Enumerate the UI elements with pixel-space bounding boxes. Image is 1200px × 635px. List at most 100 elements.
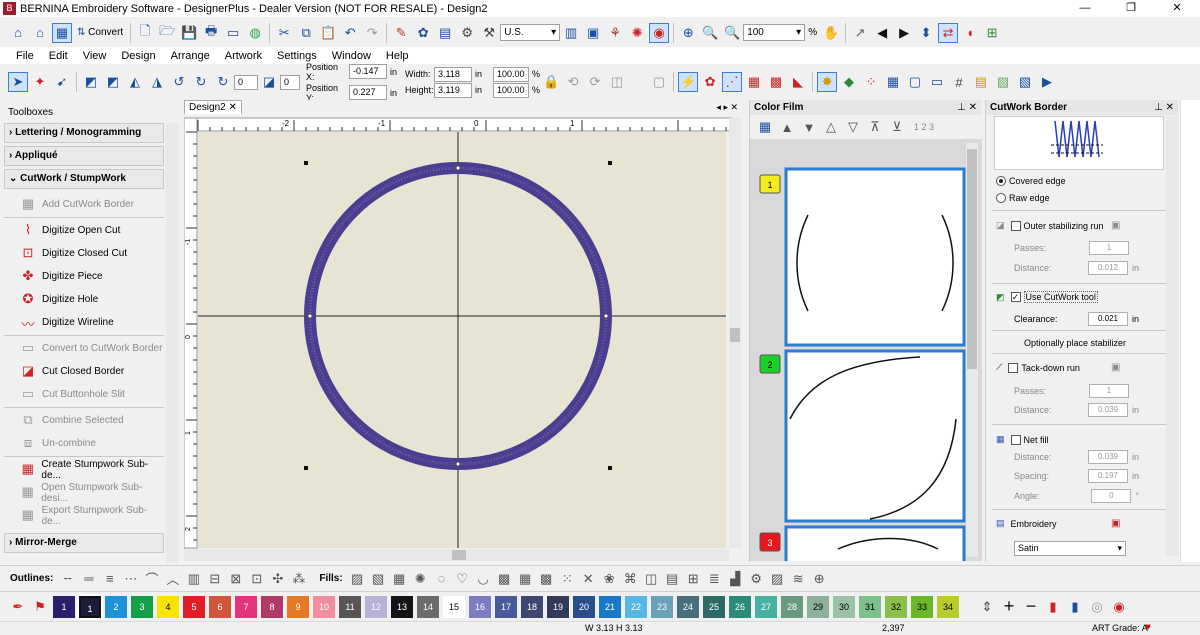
color-fill-icon[interactable]: ⚑ (30, 597, 50, 617)
tool-open-cut[interactable]: ⌇ Digitize Open Cut (4, 219, 164, 242)
fill-style-icon[interactable]: ⁙ (558, 569, 577, 589)
scale-height-input[interactable]: 100.00 (493, 82, 530, 98)
fill-style-icon[interactable]: ⊞ (684, 569, 703, 589)
rotate-15-icon[interactable]: ⟲ (563, 72, 583, 92)
outline-style-icon[interactable]: ═ (79, 569, 98, 589)
fill-style-icon[interactable]: ▦ (390, 569, 409, 589)
tab-arrows-icon[interactable]: ◂ ▸ ✕ (716, 102, 738, 113)
add-color-icon[interactable]: + (999, 596, 1019, 617)
color-swatch[interactable]: 10 (313, 595, 335, 618)
fill-style-icon[interactable]: ▩ (537, 569, 556, 589)
artwork-canvas-icon[interactable]: ⇅ Convert (74, 23, 126, 43)
tool-buttonhole[interactable]: ▭ Cut Buttonhole Slit (4, 383, 164, 406)
tool-piece[interactable]: ✤ Digitize Piece (4, 265, 164, 288)
color-swatch[interactable]: 7 (235, 595, 257, 618)
color-swatch[interactable]: 1 (77, 593, 103, 620)
export-icon[interactable]: ▭ (223, 23, 243, 43)
gear-icon[interactable]: ⚙ (457, 23, 477, 43)
transform-icon[interactable]: ◩ (103, 72, 123, 92)
outline-style-icon[interactable]: ▥ (184, 569, 203, 589)
menu-artwork[interactable]: Artwork (225, 50, 262, 62)
maximize-icon[interactable]: ❐ (1108, 0, 1154, 17)
reshape-icon[interactable]: ◩ (81, 72, 101, 92)
fill-style-icon[interactable]: ▦ (516, 569, 535, 589)
menu-arrange[interactable]: Arrange (171, 50, 210, 62)
color-swatch[interactable]: 33 (911, 595, 933, 618)
units-select[interactable]: U.S. ▾ (500, 24, 561, 41)
fill-style-icon[interactable]: ▟ (726, 569, 745, 589)
rotate-free-icon[interactable]: ↻ (213, 72, 233, 92)
bottom-icon[interactable]: ⊻ (887, 117, 907, 137)
cutwork-scrollbar[interactable] (1166, 116, 1178, 556)
fill-grid-icon[interactable]: ▩ (766, 72, 786, 92)
outline-style-icon[interactable]: ≡ (100, 569, 119, 589)
tool-stumpwork-open[interactable]: ▦ Open Stumpwork Sub-desi... (4, 481, 164, 504)
tool-add-border[interactable]: ▦ Add CutWork Border (4, 193, 164, 216)
tab-design2[interactable]: Design2 ✕ (184, 100, 242, 114)
color-swatch[interactable]: 6 (209, 595, 231, 618)
tool-stumpwork-create[interactable]: ▦ Create Stumpwork Sub-de... (4, 458, 164, 481)
color-swatch[interactable]: 30 (833, 595, 855, 618)
color-film-icon[interactable]: ▥ (561, 23, 581, 43)
play-icon[interactable]: ▶ (1037, 72, 1057, 92)
travel-back-icon[interactable]: ◀ (872, 23, 892, 43)
thread-color-icon[interactable]: ▮ (1065, 597, 1085, 617)
canvas-svg[interactable]: -2 -1 0 1 -1 0 1 2 (184, 114, 744, 562)
close-tab-icon[interactable]: ✕ (228, 102, 236, 113)
height-input[interactable]: 3.119 (434, 82, 473, 98)
outline-style-icon[interactable]: ⁂ (289, 569, 308, 589)
menu-edit[interactable]: Edit (49, 50, 68, 62)
thread-icon[interactable]: ◖ (960, 23, 980, 43)
outline-style-icon[interactable]: ✣ (268, 569, 287, 589)
rotate-right-icon[interactable]: ↻ (191, 72, 211, 92)
pick-color-icon[interactable]: ✎ (391, 23, 411, 43)
tack-distance-input[interactable]: 0.039 (1087, 403, 1128, 417)
raw-edge-radio[interactable] (996, 193, 1006, 203)
color-swatch[interactable]: 1 (53, 595, 75, 618)
embroidery-canvas-icon[interactable]: ▦ (52, 22, 72, 43)
stitch-type-icon[interactable]: ⚡ (678, 72, 699, 92)
flower-icon[interactable]: ✿ (700, 72, 720, 92)
tool-hole[interactable]: ✪ Digitize Hole (4, 288, 164, 311)
menu-view[interactable]: View (83, 50, 107, 62)
top-icon[interactable]: ⊼ (865, 117, 885, 137)
tool-uncombine[interactable]: ⧈ Un-combine (4, 432, 164, 455)
point-select-icon[interactable]: ➹ (52, 72, 72, 92)
outline-style-icon[interactable]: ⊠ (226, 569, 245, 589)
tool-cut-border[interactable]: ◪ Cut Closed Border (4, 360, 164, 383)
outer-passes-input[interactable]: 1 (1089, 241, 1129, 255)
grid-icon[interactable]: ▦ (883, 72, 903, 92)
color-swatch[interactable]: 2 (105, 595, 127, 618)
zoom-fit-icon[interactable]: ⊕ (678, 23, 698, 43)
outline-style-icon[interactable]: ⌒ (142, 569, 161, 589)
color-swatch[interactable]: 15 (443, 595, 465, 618)
color-swatch[interactable]: 4 (157, 595, 179, 618)
color-swatch[interactable]: 12 (365, 595, 387, 618)
undo-icon[interactable]: ↶ (340, 23, 360, 43)
eyedropper-icon[interactable]: ✒ (8, 597, 28, 617)
embroidery-type-select[interactable]: Satin ▾ (1014, 541, 1126, 556)
fill-pattern-icon[interactable]: ▦ (744, 72, 764, 92)
move-up-icon[interactable]: △ (821, 117, 841, 137)
show-objects-icon[interactable]: ▦ (755, 117, 775, 137)
color-swatch[interactable]: 8 (261, 595, 283, 618)
palette-scroll-icon[interactable]: ⇕ (977, 597, 997, 617)
fill-style-icon[interactable]: ❀ (600, 569, 619, 589)
spacing-input[interactable]: 0.197 (1087, 469, 1128, 483)
design-settings-icon[interactable]: ▤ (435, 23, 455, 43)
outline-style-icon[interactable]: ╌ (58, 569, 77, 589)
tool-stumpwork-export[interactable]: ▦ Export Stumpwork Sub-de... (4, 504, 164, 527)
travel-forward-icon[interactable]: ▶ (894, 23, 914, 43)
hoop-frame-icon[interactable]: ▭ (927, 72, 947, 92)
color-swatch[interactable]: 20 (573, 595, 595, 618)
film-frames-svg[interactable]: 1 2 3 (750, 139, 982, 561)
fill-style-icon[interactable]: ≋ (789, 569, 808, 589)
tool-combine[interactable]: ⧉ Combine Selected (4, 409, 164, 432)
rotate-left-icon[interactable]: ↺ (169, 72, 189, 92)
zoom-input[interactable]: 100 ▾ (743, 24, 806, 41)
color-swatch[interactable]: 14 (417, 595, 439, 618)
move-first-icon[interactable]: ▲ (777, 117, 797, 137)
zoom-in-icon[interactable]: 🔍 (700, 23, 720, 43)
outline-style-icon[interactable]: ⋯ (121, 569, 140, 589)
pos-x-input[interactable]: -0.147 (349, 64, 387, 79)
